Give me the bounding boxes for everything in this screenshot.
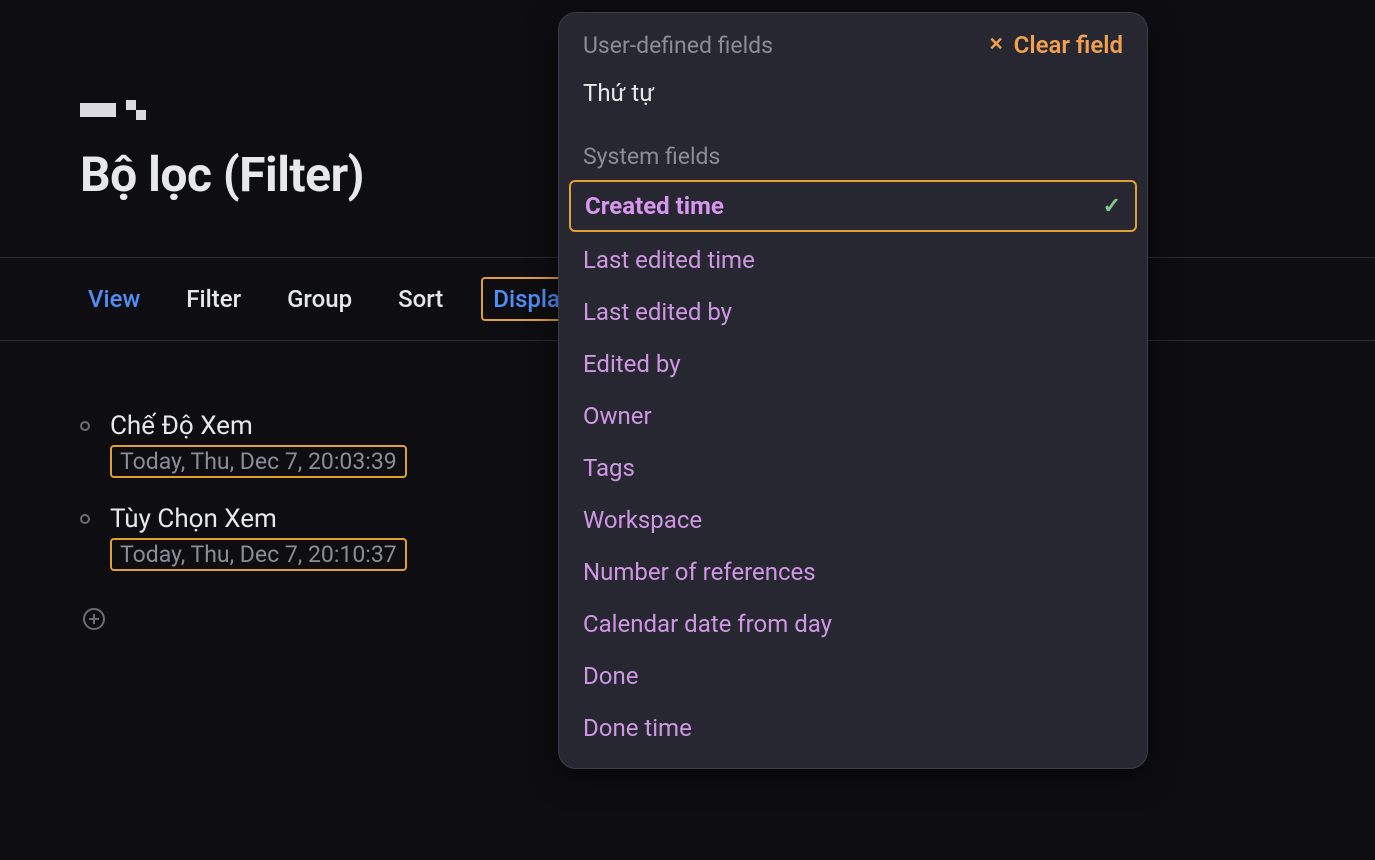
clear-field-button[interactable]: ✕ Clear field (989, 31, 1123, 59)
system-field-option[interactable]: Number of references (559, 546, 1147, 598)
system-field-option[interactable]: Done time (559, 702, 1147, 754)
check-icon: ✓ (1103, 194, 1121, 219)
tab-view[interactable]: View (80, 279, 148, 319)
tab-sort[interactable]: Sort (390, 279, 451, 319)
system-field-option[interactable]: Workspace (559, 494, 1147, 546)
system-field-option[interactable]: Calendar date from day (559, 598, 1147, 650)
system-field-option[interactable]: Last edited by (559, 286, 1147, 338)
bullet-icon (80, 514, 90, 524)
clear-field-label: Clear field (1014, 31, 1123, 59)
system-fields-section-label: System fields (559, 119, 1147, 178)
system-field-option[interactable]: Last edited time (559, 234, 1147, 286)
close-icon: ✕ (989, 36, 1004, 54)
tab-group[interactable]: Group (279, 279, 360, 319)
add-item-button[interactable] (80, 605, 108, 633)
system-field-option[interactable]: Owner (559, 390, 1147, 442)
item-title: Tùy Chọn Xem (110, 504, 407, 534)
item-created-time: Today, Thu, Dec 7, 20:10:37 (110, 538, 407, 571)
system-field-option[interactable]: Done (559, 650, 1147, 702)
page-root: Bộ lọc (Filter) View Filter Group Sort D… (0, 0, 1375, 860)
tab-filter[interactable]: Filter (178, 279, 249, 319)
user-field-option[interactable]: Thứ tự (559, 67, 1147, 119)
system-field-option-created-time[interactable]: Created time ✓ (569, 180, 1137, 232)
user-fields-section-label: User-defined fields (583, 32, 773, 59)
option-label: Created time (585, 192, 724, 220)
system-field-option[interactable]: Edited by (559, 338, 1147, 390)
item-title: Chế Độ Xem (110, 411, 407, 441)
item-created-time: Today, Thu, Dec 7, 20:03:39 (110, 445, 407, 478)
system-field-option[interactable]: Tags (559, 442, 1147, 494)
field-dropdown: User-defined fields ✕ Clear field Thứ tự… (558, 12, 1148, 769)
bullet-icon (80, 421, 90, 431)
plus-circle-icon (82, 607, 106, 631)
